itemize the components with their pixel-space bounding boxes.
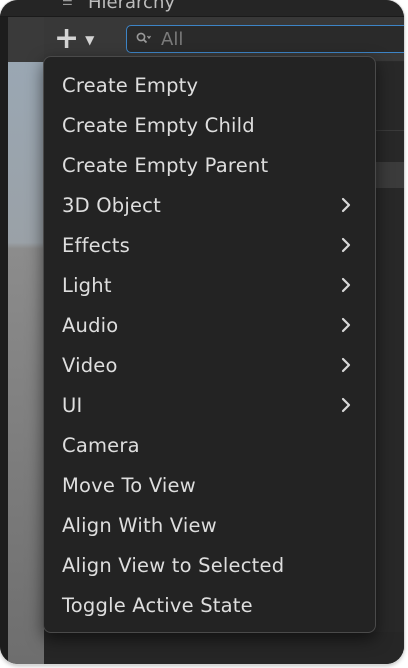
chevron-right-icon: [341, 197, 351, 213]
menu-item-label: Create Empty Child: [62, 113, 255, 137]
search-field[interactable]: [126, 25, 404, 53]
menu-item-label: Toggle Active State: [62, 593, 253, 617]
search-icon: [136, 32, 152, 49]
menu-item-label: Light: [62, 273, 112, 297]
menu-item-light[interactable]: Light: [44, 265, 375, 305]
menu-item-label: Create Empty Parent: [62, 153, 269, 177]
menu-item-create-empty[interactable]: Create Empty: [44, 65, 375, 105]
menu-item-camera[interactable]: Camera: [44, 425, 375, 465]
menu-item-label: 3D Object: [62, 193, 161, 217]
create-menu: Create Empty Create Empty Child Create Emp…: [43, 56, 376, 633]
menu-item-create-empty-child[interactable]: Create Empty Child: [44, 105, 375, 145]
menu-item-align-view-to-selected[interactable]: Align View to Selected: [44, 545, 375, 585]
menu-item-label: Video: [62, 353, 118, 377]
chevron-right-icon: [341, 397, 351, 413]
menu-item-toggle-active-state[interactable]: Toggle Active State: [44, 585, 375, 625]
plus-icon: +: [54, 21, 80, 56]
scene-toolbar: [8, 16, 44, 62]
menu-item-label: Effects: [62, 233, 130, 257]
menu-item-label: Move To View: [62, 473, 196, 497]
menu-item-move-to-view[interactable]: Move To View: [44, 465, 375, 505]
app-window: ☰ Hierarchy + ▼ Create EmptyCreate Empty…: [0, 0, 404, 664]
chevron-right-icon: [341, 237, 351, 253]
menu-item-label: Align With View: [62, 513, 217, 537]
menu-item-label: Align View to Selected: [62, 553, 285, 577]
hierarchy-tab-icon: ☰: [62, 0, 73, 8]
caret-down-icon: ▼: [85, 33, 95, 47]
menu-item-create-empty-parent[interactable]: Create Empty Parent: [44, 145, 375, 185]
add-object-button[interactable]: + ▼: [50, 24, 108, 54]
scene-view[interactable]: [8, 62, 44, 664]
search-input[interactable]: [161, 27, 401, 51]
hierarchy-tab-title[interactable]: Hierarchy: [88, 0, 175, 13]
chevron-right-icon: [341, 317, 351, 333]
chevron-right-icon: [341, 277, 351, 293]
chevron-right-icon: [341, 357, 351, 373]
menu-item-effects[interactable]: Effects: [44, 225, 375, 265]
menu-item-ui[interactable]: UI: [44, 385, 375, 425]
menu-item-label: Create Empty: [62, 73, 199, 97]
menu-item-label: UI: [62, 393, 83, 417]
menu-item-label: Audio: [62, 313, 119, 337]
window-edge: [0, 0, 8, 664]
panel-footer: [44, 632, 404, 664]
menu-item-align-with-view[interactable]: Align With View: [44, 505, 375, 545]
menu-item-label: Camera: [62, 433, 140, 457]
hierarchy-tab-bar: ☰ Hierarchy: [0, 0, 404, 17]
menu-item-video[interactable]: Video: [44, 345, 375, 385]
menu-item-3d-object[interactable]: 3D Object: [44, 185, 375, 225]
menu-item-audio[interactable]: Audio: [44, 305, 375, 345]
